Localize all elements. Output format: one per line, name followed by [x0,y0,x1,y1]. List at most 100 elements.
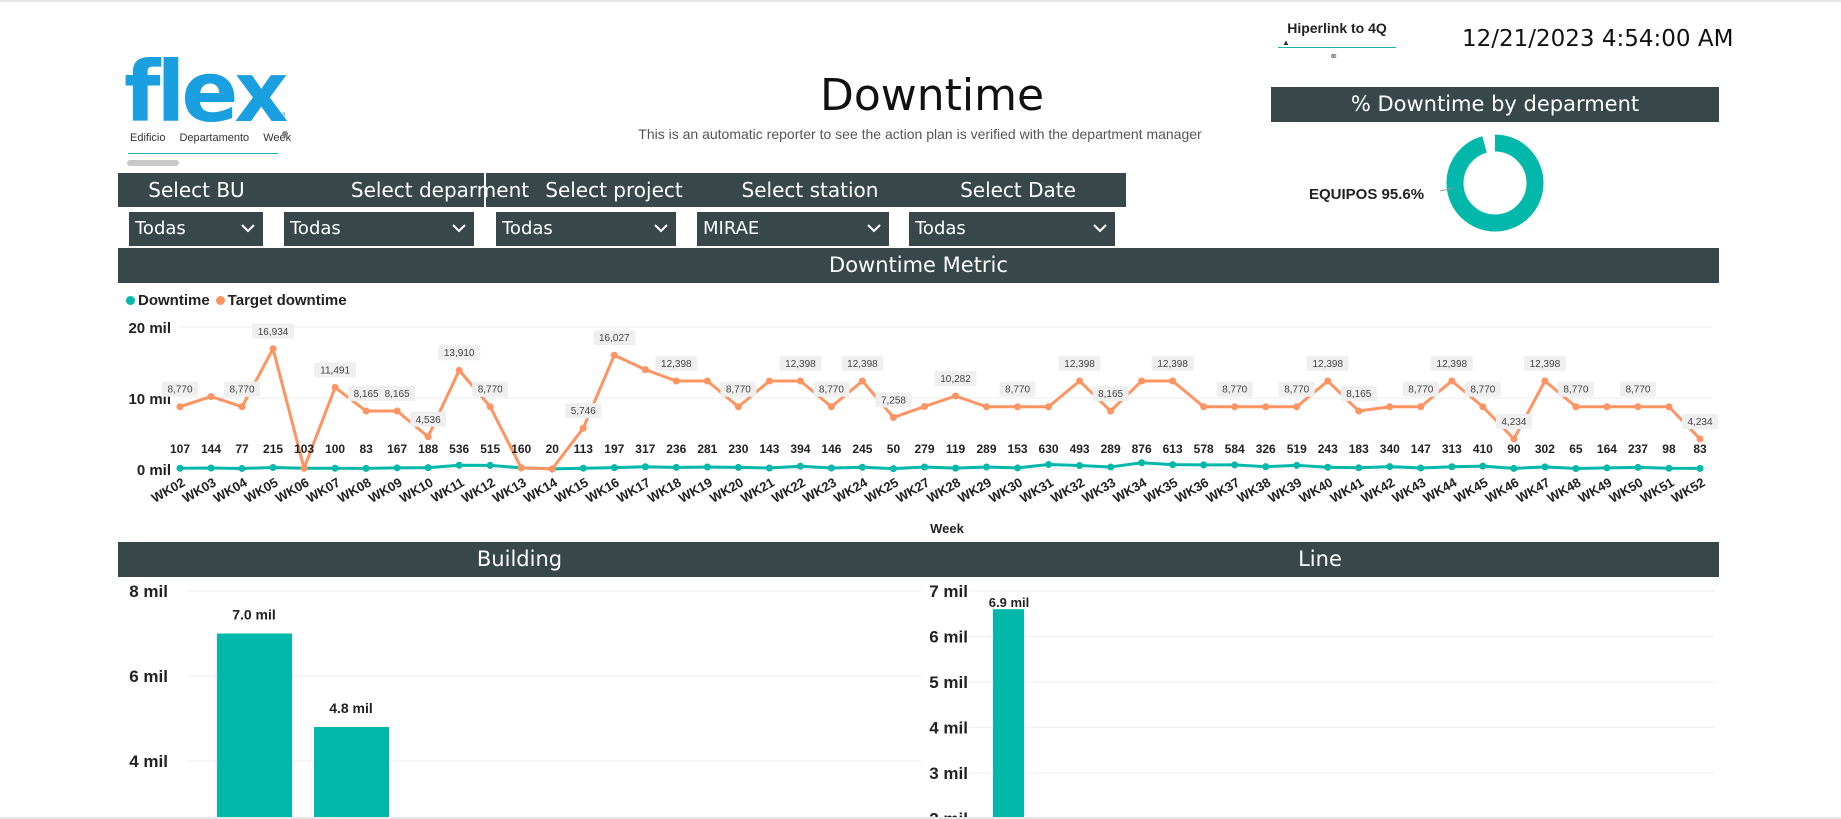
x-tick-label: WK04 [211,474,250,505]
downtime-data-label: 281 [697,442,717,456]
downtime-data-label: 326 [1256,442,1276,456]
target-data-label: 4,234 [1501,417,1526,428]
x-tick-label: WK25 [862,475,901,506]
horizontal-scrollbar[interactable] [127,160,179,166]
target-point [920,403,928,411]
donut-slice-equipos [1446,134,1544,232]
downtime-point [424,464,432,472]
chevron-down-icon [452,224,466,233]
downtime-point [579,464,587,472]
x-tick-label: WK09 [366,475,405,506]
chevron-down-icon [1093,224,1107,233]
downtime-data-label: 493 [1070,442,1090,456]
x-tick-label: WK08 [335,475,374,506]
target-point [207,393,215,401]
select-bu-dropdown[interactable]: Todas [129,212,263,246]
tab-departamento[interactable]: Departamento [179,132,249,144]
downtime-point [269,463,277,471]
downtime-data-label: 144 [201,442,221,456]
target-point [734,403,742,411]
x-tick-label: WK22 [769,475,808,506]
target-point [548,465,556,473]
x-tick-label: WK11 [429,475,467,506]
x-tick-label: WK32 [1048,475,1087,506]
select-department-dropdown[interactable]: Todas [284,212,474,246]
target-point [1293,403,1301,411]
downtime-line-chart[interactable]: 0 mil10 mil20 milWK02WK03WK04WK05WK06WK0… [0,300,1841,545]
target-point [672,377,680,385]
target-point [424,433,432,441]
bar-data-label: 7.0 mil [232,607,276,623]
select-station-dropdown[interactable]: MIRAE [697,212,889,246]
x-tick-label: WK03 [180,475,219,506]
caret-up-icon: ▲ [1282,38,1290,47]
line-bar-chart[interactable]: 2 mil 3 mil 4 mil 5 mil 6 mil 7 mil 6.9 mil [921,577,1719,817]
x-tick-label: WK30 [986,475,1025,506]
downtime-point [1510,464,1518,472]
tabs-underline [128,153,278,154]
hyperlink-underline [1278,47,1396,48]
downtime-point [1014,464,1022,472]
downtime-point [858,463,866,471]
downtime-point [1324,463,1332,471]
building-bar-chart[interactable]: 4 mil 6 mil 8 mil 7.0 mil 4.8 mil [118,577,921,817]
target-point [1169,377,1177,385]
target-point [1014,403,1022,411]
downtime-data-label: 160 [511,442,531,456]
downtime-data-label: 410 [1473,442,1493,456]
x-tick-label: WK29 [955,475,994,506]
target-point [641,366,649,374]
pct-downtime-title: % Downtime by deparment [1271,87,1719,122]
target-data-label: 4,234 [1687,417,1712,428]
select-date-dropdown[interactable]: Todas [909,212,1115,246]
downtime-data-label: 167 [387,442,407,456]
target-point [889,413,897,421]
x-tick-label: WK40 [1296,475,1335,506]
target-data-label: 8,770 [478,385,503,396]
page-title: Downtime [820,70,1045,121]
x-tick-label: WK34 [1110,474,1149,505]
y-tick-label: 8 mil [129,582,168,601]
downtime-data-label: 613 [1163,442,1183,456]
downtime-point [952,464,960,472]
downtime-data-label: 302 [1535,442,1555,456]
target-data-label: 11,491 [320,365,350,376]
x-tick-label: WK18 [645,475,684,506]
downtime-point [455,461,463,469]
downtime-point [889,465,897,473]
target-data-label: 13,910 [444,348,475,359]
department-donut-chart[interactable] [1440,130,1550,240]
downtime-metric-title: Downtime Metric [118,248,1719,283]
downtime-data-label: 215 [263,442,283,456]
target-data-label: 16,934 [258,327,289,338]
refresh-datetime: 12/21/2023 4:54:00 AM [1462,26,1734,52]
y-tick-label: 2 mil [929,810,968,818]
target-data-label: 8,165 [1098,389,1123,400]
target-point [1541,377,1549,385]
target-point [331,383,339,391]
downtime-data-label: 183 [1349,442,1369,456]
tab-edificio[interactable]: Edificio [130,132,165,144]
downtime-point [1541,463,1549,471]
downtime-point [703,463,711,471]
downtime-point [827,464,835,472]
target-point [796,377,804,385]
downtime-data-label: 188 [418,442,438,456]
hyperlink-4q[interactable]: Hiperlink to 4Q [1278,20,1396,36]
downtime-data-label: 279 [914,442,934,456]
downtime-data-label: 584 [1225,442,1245,456]
target-point [238,403,246,411]
tab-indicator-dot [282,131,288,137]
x-tick-label: WK49 [1576,475,1615,506]
downtime-point [983,463,991,471]
link-icon[interactable]: ⚭ [1329,50,1338,63]
target-point [517,464,525,472]
target-point [486,403,494,411]
downtime-point [920,463,928,471]
x-tick-label: WK36 [1172,475,1211,506]
downtime-data-label: 289 [977,442,997,456]
series-line-downtime [179,461,1701,471]
downtime-point [734,463,742,471]
select-project-dropdown[interactable]: Todas [496,212,676,246]
downtime-point [1200,461,1208,469]
